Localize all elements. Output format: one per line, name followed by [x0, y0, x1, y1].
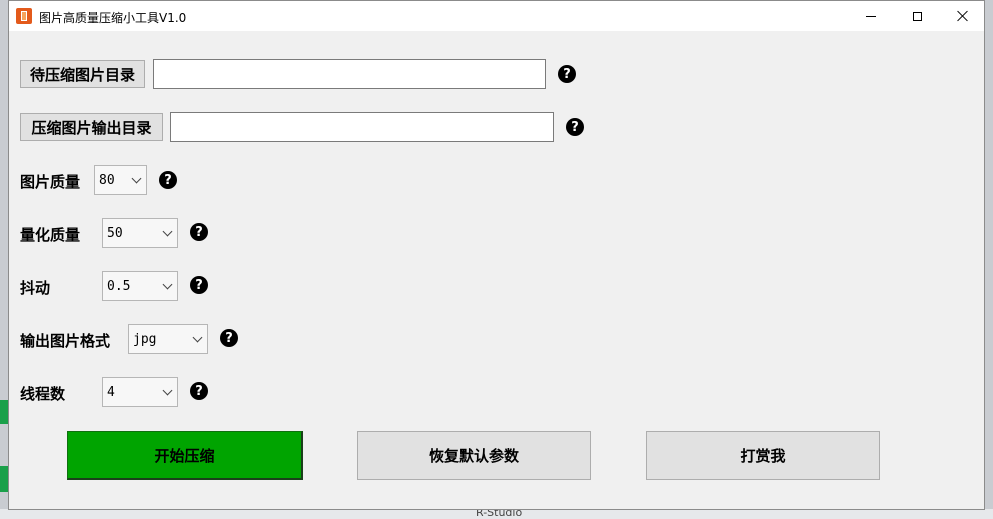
dither-label: 抖动 — [20, 279, 51, 297]
close-button[interactable] — [940, 1, 986, 31]
main-content: 待压缩图片目录 ? 压缩图片输出目录 ? 图片质量 80 ? 量化质量 50 ?… — [9, 31, 984, 509]
chevron-down-icon — [162, 226, 173, 237]
dither-select[interactable]: 0.5 — [102, 271, 178, 301]
quantize-select[interactable]: 50 — [102, 218, 178, 248]
app-icon — [16, 8, 32, 24]
output-dir-button[interactable]: 压缩图片输出目录 — [20, 113, 163, 141]
dither-value: 0.5 — [107, 278, 131, 294]
input-dir-field[interactable] — [153, 59, 546, 89]
format-value: jpg — [133, 331, 157, 347]
format-select[interactable]: jpg — [128, 324, 208, 354]
threads-value: 4 — [107, 384, 115, 400]
chevron-down-icon — [162, 385, 173, 396]
maximize-button[interactable] — [894, 1, 940, 31]
chevron-down-icon — [162, 279, 173, 290]
input-dir-button[interactable]: 待压缩图片目录 — [20, 60, 145, 88]
minimize-button[interactable] — [848, 1, 894, 31]
format-help-icon[interactable]: ? — [220, 329, 238, 347]
reset-defaults-button[interactable]: 恢复默认参数 — [357, 431, 591, 480]
maximize-icon — [912, 11, 922, 21]
quality-select[interactable]: 80 — [94, 165, 147, 195]
dither-help-icon[interactable]: ? — [190, 276, 208, 294]
format-label: 输出图片格式 — [20, 332, 111, 350]
donate-button[interactable]: 打赏我 — [646, 431, 880, 480]
title-bar[interactable]: 图片高质量压缩小工具V1.0 — [9, 1, 984, 31]
start-compress-button[interactable]: 开始压缩 — [67, 431, 303, 480]
quantize-help-icon[interactable]: ? — [190, 223, 208, 241]
quality-label: 图片质量 — [20, 173, 81, 191]
chevron-down-icon — [131, 173, 142, 184]
quantize-value: 50 — [107, 225, 123, 241]
threads-select[interactable]: 4 — [102, 377, 178, 407]
quality-help-icon[interactable]: ? — [159, 171, 177, 189]
minimize-icon — [866, 15, 876, 17]
threads-help-icon[interactable]: ? — [190, 382, 208, 400]
window-title: 图片高质量压缩小工具V1.0 — [39, 11, 187, 25]
output-dir-help-icon[interactable]: ? — [566, 118, 584, 136]
app-window: 图片高质量压缩小工具V1.0 待压缩图片目录 ? 压缩图片输出目录 ? 图片质量… — [8, 0, 985, 510]
quality-value: 80 — [99, 172, 115, 188]
quantize-label: 量化质量 — [20, 226, 81, 244]
output-dir-field[interactable] — [170, 112, 554, 142]
close-icon — [957, 10, 969, 22]
background-app-edge — [0, 466, 8, 492]
input-dir-help-icon[interactable]: ? — [558, 65, 576, 83]
background-app-edge — [0, 400, 8, 424]
threads-label: 线程数 — [20, 385, 66, 403]
chevron-down-icon — [192, 332, 203, 343]
